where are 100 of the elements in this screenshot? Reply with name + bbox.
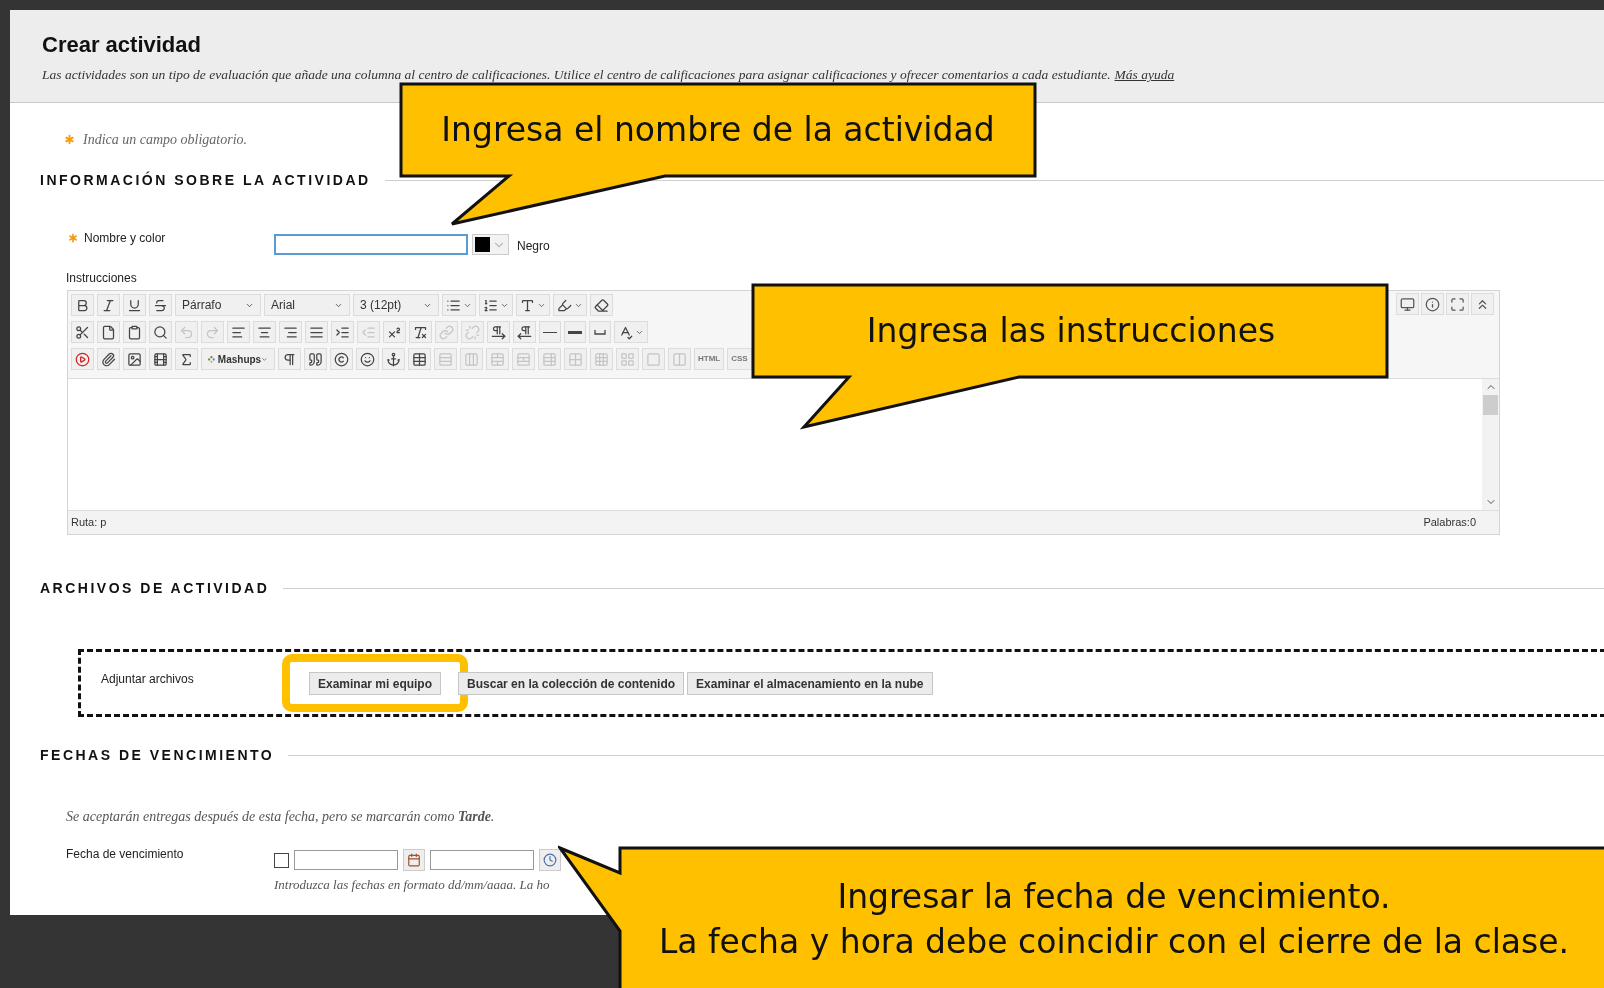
- anchor-icon: [386, 351, 401, 367]
- paperclip-icon: [101, 351, 116, 367]
- cell-icon: [646, 351, 661, 367]
- date-field[interactable]: [294, 850, 398, 870]
- toolbar-button[interactable]: [71, 348, 94, 370]
- clock-button[interactable]: [539, 849, 561, 871]
- toolbar-button[interactable]: [71, 294, 94, 316]
- grid-icon: [620, 351, 635, 367]
- toolbar-button[interactable]: HTML: [694, 348, 725, 370]
- smiley-icon: [360, 351, 375, 367]
- video-icon: [75, 351, 90, 367]
- toolbar-button[interactable]: [149, 321, 172, 343]
- eraser-icon: [594, 297, 609, 313]
- file-button[interactable]: Buscar en la colección de contenido: [458, 672, 685, 696]
- merge-cells-icon: [490, 351, 505, 367]
- page-title: Crear actividad: [42, 31, 202, 59]
- due-date-checkbox[interactable]: [274, 852, 289, 868]
- toolbar-button[interactable]: [305, 321, 328, 343]
- table-properties-icon: [542, 351, 557, 367]
- toolbar-button[interactable]: [564, 321, 586, 343]
- toolbar-button[interactable]: [97, 294, 120, 316]
- toolbar-button[interactable]: [175, 348, 198, 370]
- section-heading: ARCHIVOS DE ACTIVIDAD: [40, 579, 270, 598]
- toolbar-button[interactable]: [513, 321, 536, 343]
- calendar-button[interactable]: [403, 849, 425, 871]
- toolbar-dropdown[interactable]: Párrafo: [175, 294, 261, 316]
- preview-icon: [1400, 296, 1415, 312]
- toolbar-button[interactable]: [356, 348, 379, 370]
- color-picker[interactable]: [472, 234, 509, 255]
- toolbar-button[interactable]: [383, 321, 406, 343]
- toolbar-button[interactable]: [71, 321, 94, 343]
- toolbar-button[interactable]: [1471, 293, 1494, 315]
- toolbar-dropdown[interactable]: Mashups: [201, 348, 275, 370]
- field-label: Fecha de vencimiento: [66, 846, 185, 863]
- toolbar-button[interactable]: [590, 294, 613, 316]
- toolbar-button[interactable]: [1396, 293, 1419, 315]
- redo-icon: [205, 324, 220, 340]
- toolbar-button[interactable]: [442, 294, 476, 316]
- required-icon: [62, 132, 77, 147]
- table-row-icon: [438, 351, 453, 367]
- required-note: Indica un campo obligatorio.: [83, 131, 248, 149]
- toolbar-button[interactable]: [479, 294, 513, 316]
- toolbar-button[interactable]: [1446, 293, 1469, 315]
- late-note: Se aceptarán entregas después de esta fecha, pero se marcarán como Tarde.: [66, 808, 496, 826]
- color-swatch: [475, 237, 490, 252]
- calendar-icon: [407, 853, 421, 867]
- toolbar-button[interactable]: [149, 294, 172, 316]
- numbered-list-icon: [483, 297, 498, 313]
- film-icon: [153, 351, 168, 367]
- toolbar-button[interactable]: [278, 348, 301, 370]
- quote-icon: [308, 351, 323, 367]
- toolbar-button[interactable]: [227, 321, 250, 343]
- section-heading: INFORMACIÓN SOBRE LA ACTIVIDAD: [40, 170, 371, 190]
- toolbar-button[interactable]: [304, 348, 327, 370]
- toolbar-button[interactable]: [149, 348, 172, 370]
- callout-text: La fecha y hora debe coincidir con el cierre de la clase.: [658, 920, 1570, 963]
- toolbar-button[interactable]: [382, 348, 405, 370]
- bullet-list-icon: [446, 297, 461, 313]
- toolbar-button[interactable]: [279, 321, 302, 343]
- toolbar-button[interactable]: [409, 321, 432, 343]
- toolbar-button[interactable]: [123, 348, 146, 370]
- page-description: Las actividades son un tipo de evaluación que añade una columna al centro de calificaciones. Utilice el centro de calificaciones para asignar calificaciones y ofrecer comentarios a cada estudiante.: [42, 67, 1111, 83]
- spellcheck-icon: [618, 324, 633, 340]
- columns-icon: [672, 351, 687, 367]
- toolbar-button[interactable]: [539, 321, 561, 343]
- toolbar-button[interactable]: [589, 321, 611, 343]
- toolbar-button[interactable]: [97, 348, 120, 370]
- search-icon: [153, 324, 168, 340]
- align-left-icon: [231, 324, 246, 340]
- toolbar-button[interactable]: [487, 321, 510, 343]
- section-heading: FECHAS DE VENCIMIENTO: [40, 746, 275, 765]
- toolbar-button[interactable]: [553, 294, 587, 316]
- help-link[interactable]: Más ayuda: [1114, 67, 1175, 83]
- text-color-icon: [520, 297, 535, 313]
- name-field[interactable]: [274, 234, 468, 255]
- toolbar-button[interactable]: [123, 294, 146, 316]
- toolbar-button[interactable]: [97, 321, 120, 343]
- link-icon: [439, 324, 454, 340]
- toolbar-button[interactable]: CSS: [727, 348, 752, 370]
- toolbar-button[interactable]: [123, 321, 146, 343]
- scroll-thumb[interactable]: [1483, 395, 1498, 415]
- unlink-icon: [465, 324, 480, 340]
- toolbar-button[interactable]: [614, 321, 648, 343]
- toolbar-button[interactable]: [1421, 293, 1444, 315]
- toolbar-button[interactable]: [516, 294, 550, 316]
- toolbar-button[interactable]: [330, 348, 353, 370]
- toolbar-button[interactable]: [408, 348, 431, 370]
- toolbar-button[interactable]: [331, 321, 354, 343]
- table-column-icon: [464, 351, 479, 367]
- table-icon: [412, 351, 427, 367]
- grid-icon: [568, 351, 583, 367]
- toolbar-dropdown[interactable]: Arial: [264, 294, 350, 316]
- space-icon: [594, 329, 606, 335]
- toolbar-dropdown[interactable]: 3 (12pt): [353, 294, 439, 316]
- callout-text: Ingresa las instrucciones: [866, 309, 1276, 352]
- toolbar-button[interactable]: [253, 321, 276, 343]
- file-button[interactable]: Examinar el almacenamiento en la nube: [687, 672, 933, 696]
- time-field[interactable]: [430, 850, 534, 870]
- italic-icon: [101, 297, 116, 313]
- file-button[interactable]: Examinar mi equipo: [309, 672, 442, 696]
